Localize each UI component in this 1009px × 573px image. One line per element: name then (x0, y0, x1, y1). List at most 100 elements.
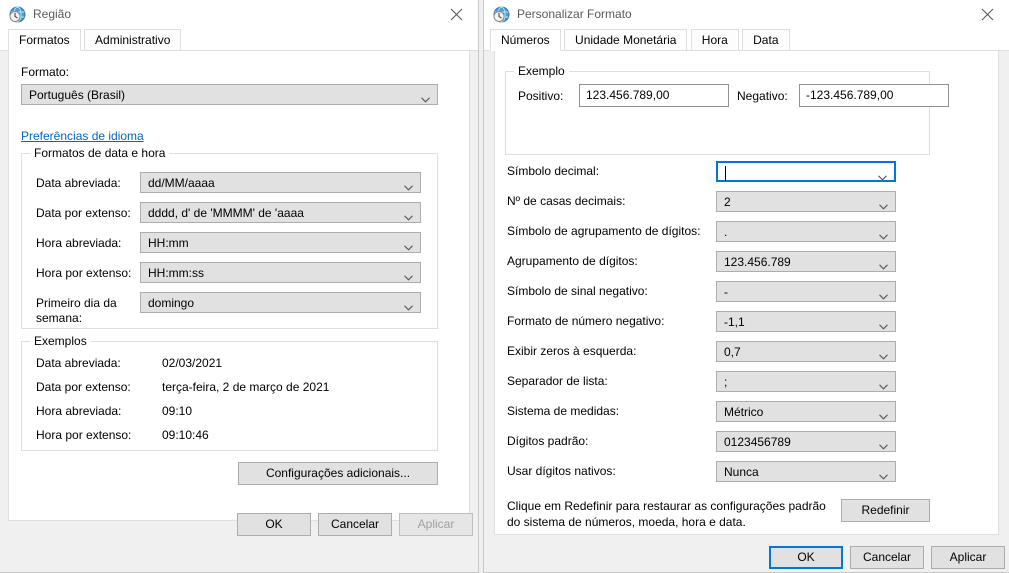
tab-unidade-monetaria[interactable]: Unidade Monetária (564, 29, 688, 51)
list-separator-combo[interactable]: ; (716, 371, 896, 392)
tab-numeros[interactable]: Números (490, 29, 561, 51)
short-date-combo[interactable]: dd/MM/aaaa (140, 172, 421, 193)
first-day-combo[interactable]: domingo (140, 292, 421, 313)
long-date-label: Data por extenso: (36, 206, 131, 220)
examples-group: Exemplos Data abreviada: 02/03/2021 Data… (21, 334, 438, 451)
chevron-down-icon (404, 300, 413, 311)
example-long-time-value: 09:10:46 (162, 428, 209, 442)
chevron-down-icon (878, 170, 887, 181)
customize-format-window: Personalizar Formato Números Unidade Mon… (483, 0, 1009, 573)
chevron-down-icon (879, 229, 888, 240)
measurement-system-combo[interactable]: Métrico (716, 401, 896, 422)
tab-hora[interactable]: Hora (690, 29, 739, 51)
short-time-label: Hora abreviada: (36, 236, 122, 250)
region-globe-clock-icon (9, 6, 26, 23)
decimal-places-label: Nº de casas decimais: (507, 194, 626, 208)
format-label: Formato: (21, 65, 70, 79)
negative-sign-symbol-combo[interactable]: - (716, 281, 896, 302)
chevron-down-icon (879, 259, 888, 270)
leading-zeros-label: Exibir zeros à esquerda: (507, 344, 637, 358)
customize-ok-button[interactable]: OK (769, 546, 843, 569)
region-formatos-panel: Formato: Português (Brasil) Preferências… (8, 51, 470, 521)
chevron-down-icon (404, 270, 413, 281)
long-time-value: HH:mm:ss (148, 266, 204, 280)
first-day-label: Primeiro dia da (36, 296, 117, 310)
example-short-time-value: 09:10 (162, 404, 193, 418)
measurement-system-label: Sistema de medidas: (507, 404, 620, 418)
example-long-time-label: Hora por extenso: (36, 428, 132, 442)
chevron-down-icon (879, 469, 888, 480)
leading-zeros-combo[interactable]: 0,7 (716, 341, 896, 362)
tab-data[interactable]: Data (742, 29, 790, 51)
customize-apply-button[interactable]: Aplicar (931, 546, 1005, 569)
short-date-value: dd/MM/aaaa (148, 176, 215, 190)
format-combo[interactable]: Português (Brasil) (21, 84, 438, 105)
negative-sign-symbol-label: Símbolo de sinal negativo: (507, 284, 648, 298)
example-group: Exemplo Positivo: 123.456.789,00 Negativ… (505, 64, 949, 155)
reset-note-line2: do sistema de números, moeda, hora e dat… (507, 515, 746, 529)
region-globe-clock-icon (493, 6, 510, 23)
leading-zeros-value: 0,7 (724, 345, 741, 359)
customize-window-title: Personalizar Formato (517, 7, 632, 21)
customize-titlebar: Personalizar Formato (484, 0, 1009, 29)
tab-formatos[interactable]: Formatos (8, 29, 81, 51)
region-window: Região Formatos Administrativo Formato: … (0, 0, 479, 573)
negative-label: Negativo: (737, 89, 788, 103)
long-time-combo[interactable]: HH:mm:ss (140, 262, 421, 283)
negative-example-value: -123.456.789,00 (806, 88, 894, 102)
chevron-down-icon (421, 92, 430, 103)
digit-grouping-combo[interactable]: 123.456.789 (716, 251, 896, 272)
decimal-symbol-label: Símbolo decimal: (507, 164, 600, 178)
digit-grouping-symbol-combo[interactable]: . (716, 221, 896, 242)
region-apply-button: Aplicar (399, 513, 473, 536)
positive-example-field[interactable]: 123.456.789,00 (579, 84, 729, 107)
long-date-combo[interactable]: dddd, d' de 'MMMM' de 'aaaa (140, 202, 421, 223)
additional-settings-button[interactable]: Configurações adicionais... (238, 462, 438, 485)
decimal-places-value: 2 (724, 195, 731, 209)
use-native-digits-value: Nunca (724, 465, 759, 479)
digit-grouping-symbol-label: Símbolo de agrupamento de dígitos: (507, 224, 701, 238)
digit-grouping-symbol-value: . (724, 225, 728, 239)
region-close-button[interactable] (434, 0, 478, 29)
chevron-down-icon (879, 199, 888, 210)
customize-close-button[interactable] (965, 0, 1009, 29)
region-window-title: Região (33, 7, 72, 21)
chevron-down-icon (879, 289, 888, 300)
numbers-panel: Exemplo Positivo: 123.456.789,00 Negativ… (494, 51, 999, 535)
negative-example-field[interactable]: -123.456.789,00 (799, 84, 949, 107)
region-cancel-button[interactable]: Cancelar (318, 513, 392, 536)
tab-administrativo[interactable]: Administrativo (84, 29, 182, 51)
standard-digits-combo[interactable]: 0123456789 (716, 431, 896, 452)
negative-sign-symbol-value: - (724, 285, 728, 299)
positive-example-value: 123.456.789,00 (586, 88, 670, 102)
examples-group-label: Exemplos (30, 334, 91, 348)
list-separator-label: Separador de lista: (507, 374, 608, 388)
datetime-formats-group-label: Formatos de data e hora (30, 146, 170, 160)
chevron-down-icon (879, 319, 888, 330)
example-long-date-label: Data por extenso: (36, 380, 131, 394)
short-time-combo[interactable]: HH:mm (140, 232, 421, 253)
example-short-time-label: Hora abreviada: (36, 404, 122, 418)
use-native-digits-combo[interactable]: Nunca (716, 461, 896, 482)
measurement-system-value: Métrico (724, 405, 764, 419)
example-short-date-value: 02/03/2021 (162, 356, 223, 370)
digit-grouping-value: 123.456.789 (724, 255, 791, 269)
customize-cancel-button[interactable]: Cancelar (850, 546, 924, 569)
chevron-down-icon (404, 210, 413, 221)
chevron-down-icon (404, 240, 413, 251)
use-native-digits-label: Usar dígitos nativos: (507, 464, 616, 478)
negative-number-format-combo[interactable]: -1,1 (716, 311, 896, 332)
chevron-down-icon (879, 379, 888, 390)
text-caret (725, 166, 726, 181)
example-group-label: Exemplo (514, 64, 569, 78)
chevron-down-icon (879, 349, 888, 360)
reset-button[interactable]: Redefinir (841, 499, 930, 522)
decimal-symbol-combo[interactable] (716, 161, 896, 182)
region-ok-button[interactable]: OK (237, 513, 311, 536)
long-date-value: dddd, d' de 'MMMM' de 'aaaa (148, 206, 304, 220)
negative-number-format-value: -1,1 (724, 315, 745, 329)
decimal-places-combo[interactable]: 2 (716, 191, 896, 212)
reset-note-line1: Clique em Redefinir para restaurar as co… (507, 499, 826, 513)
language-preferences-link[interactable]: Preferências de idioma (21, 129, 144, 143)
standard-digits-value: 0123456789 (724, 435, 791, 449)
